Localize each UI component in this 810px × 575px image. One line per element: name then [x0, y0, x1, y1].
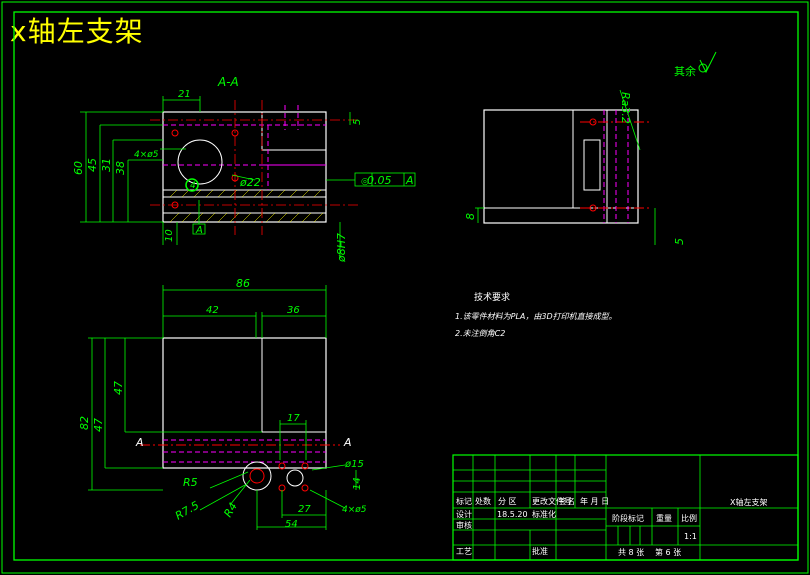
plan-dim-phi15: ø15 [344, 459, 364, 470]
side-hidden [603, 110, 629, 223]
tb-qianming: 签名 [559, 496, 575, 506]
hatching [169, 189, 324, 223]
hatch-strip-2 [162, 212, 327, 223]
boss-small [286, 469, 304, 487]
flatness-symbol: ◎ [361, 177, 369, 187]
section-mark-left: A [135, 436, 144, 449]
plan-body [162, 337, 327, 469]
boss-outer [242, 461, 272, 491]
hole-markers [171, 129, 239, 209]
plan-dim-47a: 47 [112, 381, 125, 395]
dim-4: 4 [190, 181, 196, 191]
tb-di: 第 6 张 [655, 547, 681, 557]
tb-date: 年 月 日 [580, 496, 609, 506]
plan-dim-27: 27 [298, 504, 311, 515]
plan-hidden [163, 439, 326, 463]
tech-line-2: 2.未注倒角C2 [455, 329, 505, 338]
section-view: A-A 21 5 60 45 31 38 4×ø5 4 ø22 0.05 A ◎… [72, 75, 416, 263]
section-label: A-A [217, 75, 239, 89]
flatness-datum: A [405, 174, 414, 187]
tb-biaozhunhua: 标准化 [532, 509, 556, 519]
plan-view: A A 86 42 36 82 47 47 17 ø15 R5 R7.5 R4 … [78, 277, 367, 530]
plan-dim-17: 17 [287, 413, 300, 424]
plan-dim-R7.5: R7.5 [173, 499, 201, 523]
outer-border [1, 1, 809, 574]
drawing-canvas: A-A 21 5 60 45 31 38 4×ø5 4 ø22 0.05 A ◎… [1, 1, 809, 574]
side-view: 其余 8 5 Ra3.2 [464, 51, 717, 245]
datum-a: A [195, 225, 203, 236]
tb-date-val: 18.5.20 [497, 510, 528, 519]
tb-fenqu: 分 区 [498, 497, 517, 506]
tb-zong: 共 8 张 [618, 548, 644, 557]
section-body [162, 111, 327, 223]
side-body [483, 109, 639, 224]
plan-dim-36: 36 [287, 305, 300, 316]
roughness-note: 其余 [674, 64, 696, 78]
title-block: 标记 处数 分 区 更改文件号 签名 年 月 日 设计 18.5.20 标准化 … [452, 454, 799, 561]
plan-dim-R5: R5 [183, 476, 198, 489]
tb-jieduan: 阶段标记 [612, 513, 644, 523]
dim-38: 38 [114, 161, 127, 175]
tb-gongyi: 工艺 [456, 547, 472, 556]
tb-zhongliang: 重量 [656, 513, 672, 523]
plan-dim-42: 42 [206, 305, 219, 316]
plan-holes [278, 462, 309, 492]
dim-60: 60 [72, 161, 85, 175]
dim-8H7: ø8H7 [335, 233, 348, 263]
tb-shenhe: 审核 [456, 520, 472, 530]
plan-step [163, 337, 326, 433]
roughness-ra: Ra3.2 [619, 92, 632, 124]
tb-part-name: X轴左支架 [730, 497, 767, 507]
dim-phi22: ø22 [239, 176, 261, 189]
tech-requirements: 技术要求 1.该零件材料为PLA，由3D打印机直接成型。 2.未注倒角C2 [455, 291, 617, 338]
tech-heading: 技术要求 [474, 291, 510, 303]
center-lines [150, 100, 360, 235]
dim-45: 45 [86, 158, 99, 172]
tb-bili: 比例 [681, 513, 697, 523]
side-wall [606, 109, 639, 224]
tb-scale: 1:1 [684, 532, 697, 541]
plan-dim-lines [88, 285, 357, 530]
tech-line-1: 1.该零件材料为PLA，由3D打印机直接成型。 [455, 312, 617, 321]
plan-dim-86: 86 [236, 277, 250, 290]
side-slot [583, 139, 601, 191]
plan-dim-54: 54 [285, 519, 298, 530]
tb-sheji: 设计 [456, 509, 472, 519]
roughness-symbol [699, 51, 717, 74]
side-dim-8: 8 [464, 213, 477, 220]
section-step [261, 112, 326, 151]
dim-10: 10 [164, 229, 175, 242]
flatness-value: 0.05 [367, 174, 392, 187]
dim-4xphi5: 4×ø5 [134, 150, 159, 160]
hatch-strip-1 [162, 189, 327, 198]
tb-chushu: 处数 [475, 496, 491, 506]
section-mark-right: A [343, 436, 352, 449]
tb-pizhun: 批准 [532, 546, 548, 556]
plan-dim-82: 82 [78, 416, 91, 430]
side-centers [580, 121, 650, 209]
boss-inner [249, 468, 265, 484]
plan-dim-47b: 47 [92, 418, 105, 432]
tb-biaoji: 标记 [456, 496, 472, 506]
plan-dim-4xphi5: 4×ø5 [342, 505, 367, 515]
dim-5: 5 [352, 119, 363, 125]
side-dim-5: 5 [673, 238, 686, 245]
plan-dim-R4: R4 [221, 500, 240, 519]
plan-dim-14: 14 [352, 477, 363, 490]
main-bore [177, 139, 223, 185]
inner-border [13, 11, 799, 561]
dim-21: 21 [178, 89, 191, 100]
dim-31: 31 [100, 158, 113, 172]
